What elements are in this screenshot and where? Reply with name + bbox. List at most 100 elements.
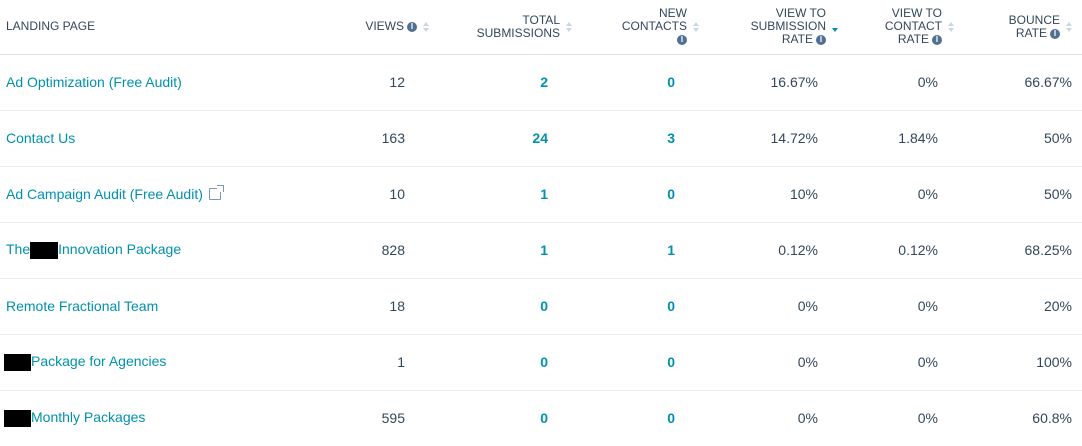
column-header-total-submissions[interactable]: TOTAL SUBMISSIONS <box>429 0 572 55</box>
bounce-rate-cell: 50% <box>954 166 1082 223</box>
submissions-cell: 0 <box>429 390 572 446</box>
submissions-link[interactable]: 2 <box>540 74 548 90</box>
column-header-bounce-rate[interactable]: BOUNCE RATE i <box>954 0 1082 55</box>
contacts-cell: 0 <box>572 278 699 335</box>
landing-page-link[interactable]: Ad Optimization (Free Audit) <box>6 74 182 90</box>
contacts-cell: 3 <box>572 110 699 167</box>
bounce-rate-cell: 50% <box>954 110 1082 167</box>
views-cell: 595 <box>381 410 405 427</box>
view-contact-rate-cell: 0% <box>917 410 938 427</box>
table-row: Ad Optimization (Free Audit) 12 2 0 16.6… <box>0 54 1082 111</box>
column-header-new-contacts[interactable]: NEW CONTACTS i <box>572 0 699 55</box>
landing-pages-table: LANDING PAGE VIEWS i TOTAL SUBMISSIONS NEW… <box>0 0 1082 446</box>
info-icon[interactable]: i <box>816 35 826 46</box>
view-submission-rate-cell: 0% <box>699 278 838 335</box>
landing-page-cell: Package for Agencies <box>0 334 300 391</box>
landing-page-link[interactable]: Contact Us <box>6 130 75 146</box>
contacts-cell: 0 <box>572 54 699 111</box>
landing-page-cell: Ad Optimization (Free Audit) <box>0 54 300 111</box>
redacted-block <box>4 353 31 371</box>
view-contact-rate-cell: 0% <box>838 334 954 391</box>
bounce-rate-cell: 20% <box>954 278 1082 335</box>
contacts-link[interactable]: 0 <box>667 354 675 370</box>
view-submission-rate-cell: 0% <box>797 410 818 427</box>
contacts-link[interactable]: 1 <box>667 242 675 258</box>
table-header-row: LANDING PAGE VIEWS i TOTAL SUBMISSIONS NEW… <box>0 0 1082 55</box>
submissions-link[interactable]: 1 <box>540 242 548 258</box>
submissions-link[interactable]: 0 <box>540 298 548 314</box>
sort-icon[interactable] <box>948 21 954 32</box>
contacts-cell: 1 <box>572 222 699 279</box>
contacts-link[interactable]: 0 <box>667 410 675 426</box>
landing-page-cell: Contact Us <box>0 110 300 167</box>
landing-page-cell: Remote Fractional Team <box>0 278 300 335</box>
views-cell: 12 <box>300 54 429 111</box>
view-contact-rate-cell: 0% <box>838 278 954 335</box>
submissions-cell: 24 <box>429 110 572 167</box>
external-link-icon[interactable] <box>208 185 224 200</box>
views-cell: 18 <box>300 278 429 335</box>
contacts-link[interactable]: 0 <box>667 298 675 314</box>
contacts-link[interactable]: 0 <box>667 74 675 90</box>
views-cell: 828 <box>300 222 429 279</box>
view-contact-rate-cell: 0.12% <box>838 222 954 279</box>
contacts-cell: 0 <box>572 166 699 223</box>
info-icon[interactable]: i <box>932 35 942 46</box>
landing-page-cell: Monthly Packages <box>0 390 300 446</box>
contacts-cell: 0 <box>572 390 699 446</box>
landing-page-link[interactable]: The Innovation Package <box>6 241 181 259</box>
view-submission-rate-cell: 0% <box>699 334 838 391</box>
submissions-cell: 2 <box>429 54 572 111</box>
submissions-link[interactable]: 0 <box>540 410 548 426</box>
column-header-landing-page: LANDING PAGE <box>0 0 300 55</box>
view-submission-rate-cell: 0.12% <box>699 222 838 279</box>
submissions-cell: 1 <box>429 222 572 279</box>
redacted-block <box>4 410 31 428</box>
landing-page-link[interactable]: Remote Fractional Team <box>6 298 158 314</box>
column-header-view-to-submission-rate[interactable]: VIEW TO SUBMISSION RATE i <box>699 0 838 55</box>
table-row: Contact Us 163 24 3 14.72% 1.84% 50% <box>0 110 1082 167</box>
sort-icon[interactable] <box>832 22 838 32</box>
bounce-rate-cell: 68.25% <box>954 222 1082 279</box>
table-row: The Innovation Package 828 1 1 0.12% 0.12… <box>0 222 1082 279</box>
view-contact-rate-cell: 0% <box>838 166 954 223</box>
submissions-link[interactable]: 1 <box>540 186 548 202</box>
contacts-cell: 0 <box>572 334 699 391</box>
column-header-views[interactable]: VIEWS i <box>300 0 429 55</box>
views-cell: 163 <box>300 110 429 167</box>
views-cell: 10 <box>300 166 429 223</box>
landing-page-cell: Ad Campaign Audit (Free Audit) <box>0 166 300 223</box>
table-row: Remote Fractional Team 18 0 0 0% 0% 20% <box>0 278 1082 335</box>
info-icon[interactable]: i <box>407 22 417 33</box>
contacts-link[interactable]: 0 <box>667 186 675 202</box>
view-contact-rate-cell: 0% <box>838 54 954 111</box>
bounce-rate-cell: 66.67% <box>954 54 1082 111</box>
info-icon[interactable]: i <box>677 35 687 46</box>
landing-page-cell: The Innovation Package <box>0 222 300 279</box>
info-icon[interactable]: i <box>1050 28 1060 39</box>
contacts-link[interactable]: 3 <box>667 130 675 146</box>
redacted-block <box>30 241 59 259</box>
bounce-rate-cell: 60.8% <box>1032 410 1072 427</box>
submissions-link[interactable]: 24 <box>532 130 548 146</box>
sort-icon[interactable] <box>1066 21 1072 32</box>
submissions-cell: 1 <box>429 166 572 223</box>
table-row: Monthly Packages 595 0 0 0% 0% 60.8% <box>0 390 1082 446</box>
view-contact-rate-cell: 1.84% <box>838 110 954 167</box>
sort-icon[interactable] <box>423 21 429 32</box>
view-submission-rate-cell: 16.67% <box>699 54 838 111</box>
table-row: Ad Campaign Audit (Free Audit) 10 1 0 10… <box>0 166 1082 223</box>
landing-page-link[interactable]: Package for Agencies <box>4 353 166 371</box>
landing-page-link[interactable]: Monthly Packages <box>4 409 145 428</box>
submissions-cell: 0 <box>429 278 572 335</box>
column-header-view-to-contact-rate[interactable]: VIEW TO CONTACT RATE i <box>838 0 954 55</box>
landing-page-link[interactable]: Ad Campaign Audit (Free Audit) <box>6 186 203 202</box>
submissions-link[interactable]: 0 <box>540 354 548 370</box>
submissions-cell: 0 <box>429 334 572 391</box>
view-submission-rate-cell: 10% <box>699 166 838 223</box>
views-cell: 1 <box>300 334 429 391</box>
view-submission-rate-cell: 14.72% <box>699 110 838 167</box>
sort-icon[interactable] <box>566 21 572 32</box>
sort-icon[interactable] <box>693 21 699 32</box>
table-row: Package for Agencies 1 0 0 0% 0% 100% <box>0 334 1082 391</box>
